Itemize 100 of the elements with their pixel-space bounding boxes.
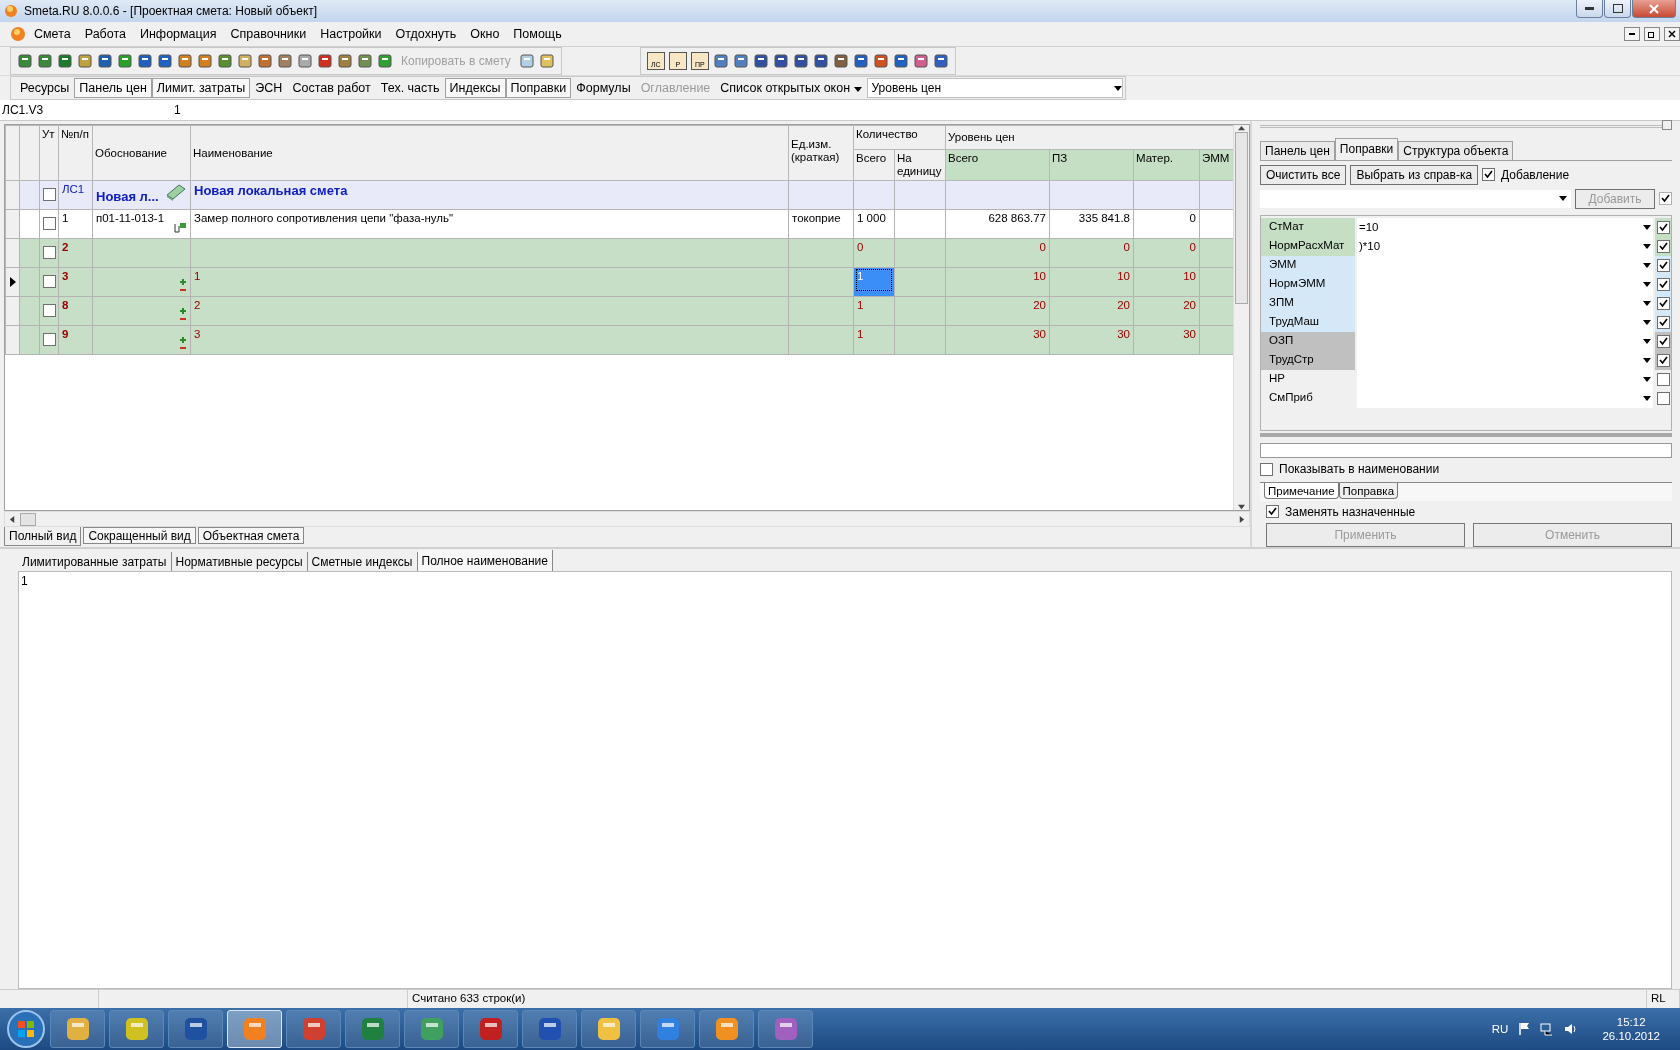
tool-icon[interactable] [117,53,133,69]
network-icon[interactable] [1540,1022,1555,1036]
taskbar-app-button[interactable] [699,1010,754,1048]
tool-icon[interactable] [772,53,789,69]
view-toggle-button[interactable]: Состав работ [287,78,376,98]
taskbar-clock[interactable]: 15:12 26.10.2012 [1602,1015,1660,1043]
dropdown-caret-icon[interactable] [1643,357,1651,363]
checkbox[interactable] [1656,315,1670,329]
full-name-text-area[interactable]: 1 [18,571,1672,989]
tool-icon[interactable] [297,53,313,69]
taskbar-app-button[interactable] [640,1010,695,1048]
tool-icon[interactable] [932,53,949,69]
taskbar-app-button[interactable] [404,1010,459,1048]
checkbox[interactable] [43,274,56,288]
checkbox[interactable] [43,187,56,201]
note-tab[interactable]: Поправка [1338,483,1399,500]
view-toggle-button[interactable]: ЭСН [250,78,288,98]
tool-icon[interactable] [357,53,373,69]
minimize-button[interactable] [1624,27,1640,41]
open-windows-dropdown[interactable]: Список открытых окон [715,78,867,98]
dropdown-caret-icon[interactable] [1643,281,1651,287]
scroll-arrow-icon[interactable] [9,515,16,523]
menu-item[interactable]: Окно [464,27,506,41]
tool-icon[interactable] [852,53,869,69]
close-icon[interactable] [1668,30,1676,38]
checkbox[interactable] [1656,239,1670,253]
horizontal-scrollbar[interactable] [4,511,1250,527]
taskbar-app-button[interactable] [168,1010,223,1048]
tool-icon[interactable] [377,53,393,69]
checkbox[interactable] [1656,372,1670,386]
checkbox[interactable] [1656,391,1670,405]
dropdown-caret-icon[interactable] [1643,338,1651,344]
checkbox[interactable] [43,245,56,259]
tool-icon[interactable] [892,53,909,69]
tool-icon[interactable] [57,53,73,69]
checkbox[interactable] [43,216,56,230]
tool-icon[interactable] [732,53,749,69]
checkbox[interactable] [1656,220,1670,234]
view-tab[interactable]: Сокращенный вид [83,527,196,544]
tool-icon[interactable] [317,53,333,69]
view-toggle-button[interactable]: Формулы [571,78,636,98]
menu-item[interactable]: Помощь [507,27,568,41]
price-level-select[interactable]: Уровень цен [866,78,1123,98]
clear-all-button[interactable]: Очистить все [1260,164,1347,185]
dropdown-caret-icon[interactable] [1643,319,1651,325]
view-toggle-button[interactable]: Лимит. затраты [151,78,251,98]
dropdown-caret-icon[interactable] [1114,85,1122,91]
correction-value-field[interactable]: =10 [1357,217,1653,237]
tool-icon[interactable] [77,53,93,69]
tool-icon[interactable] [812,53,829,69]
tool-icon[interactable] [337,53,353,69]
tool-icon[interactable] [832,53,849,69]
restore-button[interactable] [1644,27,1660,41]
dropdown-caret-icon[interactable] [1559,196,1567,202]
language-indicator[interactable]: RU [1491,1023,1509,1035]
panel-tab[interactable]: Поправки [1334,137,1399,160]
maximize-icon[interactable] [1612,4,1623,13]
taskbar-app-button[interactable] [522,1010,577,1048]
checkbox[interactable] [1266,505,1279,519]
tool-icon[interactable] [277,53,293,69]
tool-icon[interactable] [912,53,929,69]
tool-icon[interactable] [518,53,535,69]
tool-icon[interactable] [792,53,809,69]
menu-item[interactable]: Информация [133,27,223,41]
tool-icon[interactable] [97,53,113,69]
checkbox[interactable] [1659,192,1672,206]
dropdown-caret-icon[interactable] [853,87,862,92]
tool-icon[interactable] [177,53,193,69]
dropdown-caret-icon[interactable] [1643,262,1651,268]
dropdown-caret-icon[interactable] [1643,243,1651,249]
detail-tab[interactable]: Полное наименование [417,550,553,571]
view-toggle-button[interactable]: Индексы [444,78,506,98]
menu-item[interactable]: Отдохнуть [389,27,463,41]
view-toggle-button[interactable]: Ресурсы [15,78,75,98]
tool-icon[interactable] [872,53,889,69]
tool-icon[interactable] [237,53,253,69]
menu-item[interactable]: Смета [28,27,77,41]
view-toggle-button[interactable]: Панель цен [74,78,152,98]
close-button[interactable] [1664,27,1680,41]
panel-tab[interactable]: Структура объекта [1398,140,1514,160]
start-button-icon[interactable] [6,1009,46,1049]
taskbar-app-button[interactable] [109,1010,164,1048]
checkbox[interactable] [43,332,56,346]
taskbar-app-button[interactable] [463,1010,518,1048]
tool-icon[interactable] [197,53,213,69]
tool-icon[interactable] [257,53,273,69]
tool-icon[interactable] [752,53,769,69]
minimize-button[interactable] [1576,0,1603,18]
menu-item[interactable]: Работа [78,27,132,41]
view-tab[interactable]: Объектная смета [197,527,305,544]
dropdown-caret-icon[interactable] [1643,224,1651,230]
note-tab[interactable]: Примечание [1264,483,1339,500]
restore-icon[interactable] [1648,30,1656,38]
view-toggle-button[interactable]: Тех. часть [375,78,445,98]
menu-item[interactable]: Настройки [314,27,388,41]
pick-from-reference-button[interactable]: Выбрать из справ-ка [1350,164,1479,185]
menu-item[interactable]: Справочники [224,27,313,41]
view-toggle-button[interactable]: Поправки [505,78,572,98]
taskbar-app-button[interactable] [50,1010,105,1048]
taskbar-app-button[interactable] [581,1010,636,1048]
